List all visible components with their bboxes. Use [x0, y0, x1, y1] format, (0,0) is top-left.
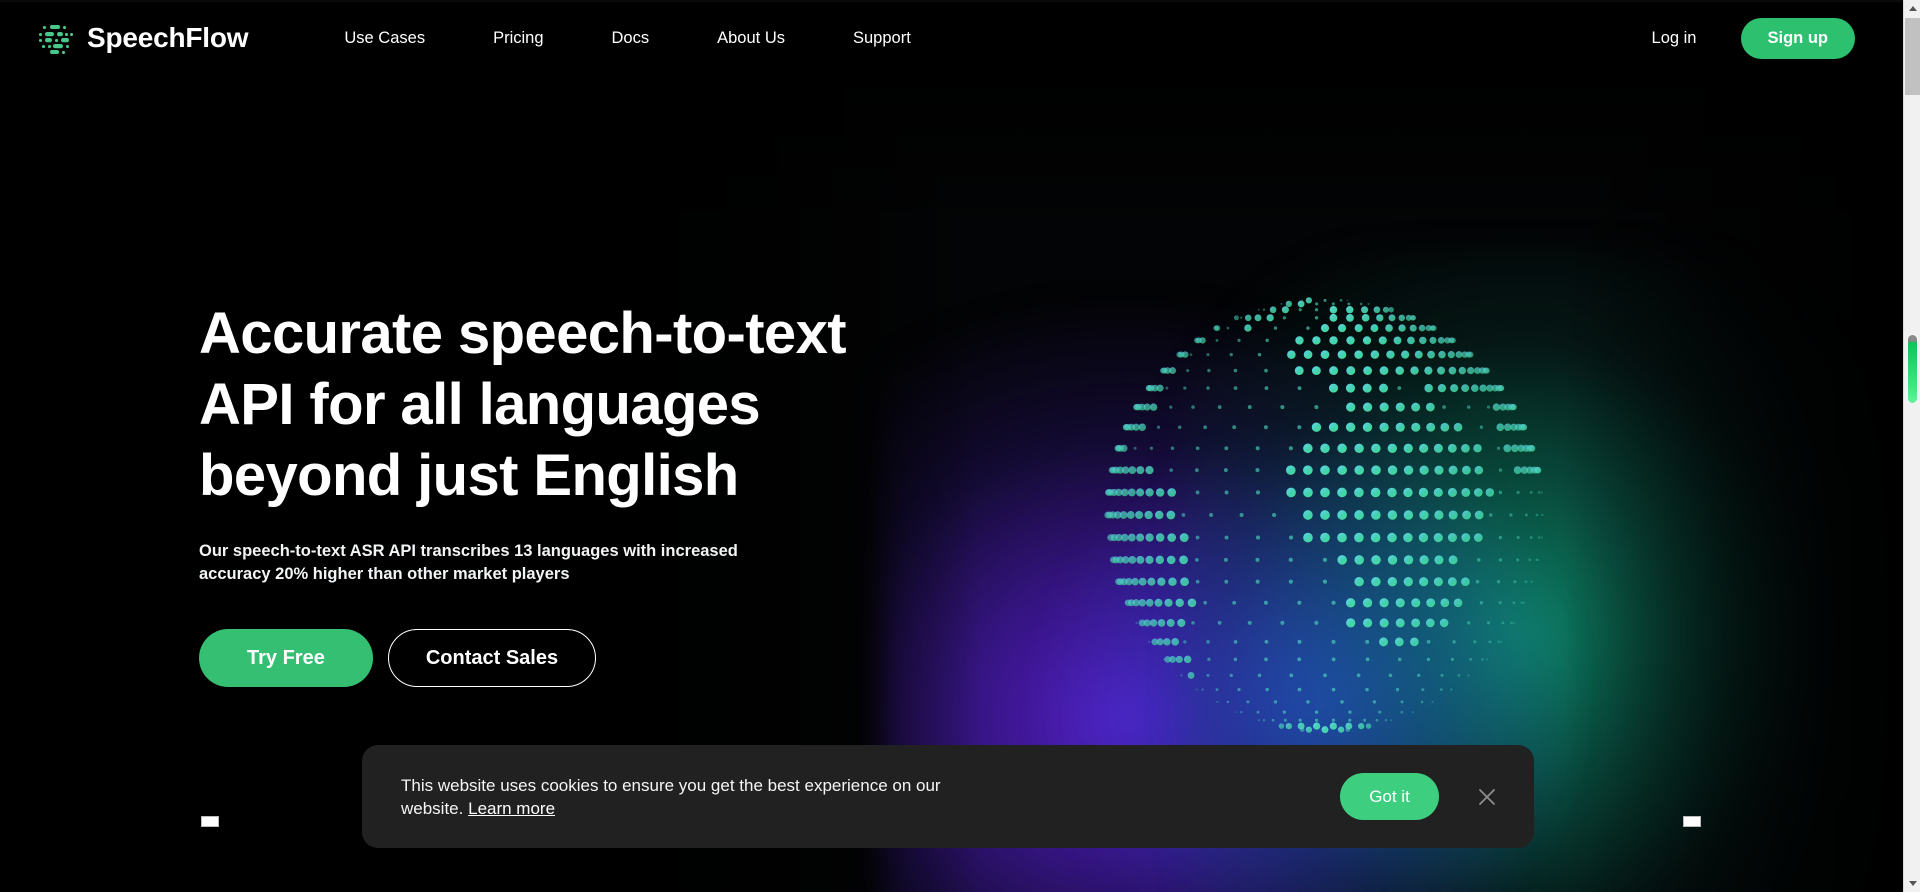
scroll-down-arrow-icon[interactable] [1904, 875, 1920, 892]
page-content: SpeechFlow Use Cases Pricing Docs About … [0, 0, 1903, 892]
nav-item-pricing[interactable]: Pricing [493, 21, 543, 56]
login-link[interactable]: Log in [1652, 29, 1697, 48]
right-fade [1563, 0, 1903, 892]
carousel-next-arrow-icon[interactable] [1683, 816, 1701, 827]
nav-actions: Log in Sign up [1652, 17, 1855, 59]
learn-more-link[interactable]: Learn more [468, 799, 555, 818]
scrollbar-thumb[interactable] [1905, 18, 1920, 95]
top-hairline [0, 0, 1903, 2]
brand-logo[interactable]: SpeechFlow [36, 18, 249, 58]
dotted-globe-graphic [1090, 280, 1560, 750]
nav-item-support[interactable]: Support [853, 21, 911, 56]
nav-item-docs[interactable]: Docs [612, 21, 650, 56]
scroll-up-arrow-icon[interactable] [1904, 0, 1920, 17]
signup-button[interactable]: Sign up [1740, 17, 1855, 59]
top-navigation-bar: SpeechFlow Use Cases Pricing Docs About … [0, 0, 1903, 76]
scrollbar-position-marker [1908, 335, 1917, 403]
vertical-scrollbar[interactable] [1903, 0, 1920, 892]
cookie-message: This website uses cookies to ensure you … [401, 774, 961, 820]
contact-sales-button[interactable]: Contact Sales [387, 629, 597, 687]
nav-item-use-cases[interactable]: Use Cases [344, 21, 425, 56]
hero-subtitle: Our speech-to-text ASR API transcribes 1… [199, 542, 738, 583]
speechflow-dots-logo-icon [36, 18, 76, 58]
cookie-actions: Got it [1340, 773, 1500, 820]
close-icon[interactable] [1474, 784, 1500, 810]
hero-cta-row: Try Free Contact Sales [199, 629, 939, 687]
carousel-prev-arrow-icon[interactable] [201, 816, 219, 827]
cookie-consent-banner: This website uses cookies to ensure you … [362, 745, 1534, 848]
nav-item-about-us[interactable]: About Us [717, 21, 785, 56]
hero-section: Accurate speech-to-text API for all lang… [199, 298, 939, 687]
try-free-button[interactable]: Try Free [199, 629, 373, 687]
browser-viewport: SpeechFlow Use Cases Pricing Docs About … [0, 0, 1920, 892]
page-title: Accurate speech-to-text API for all lang… [199, 301, 847, 508]
nav-links: Use Cases Pricing Docs About Us Support [344, 21, 910, 56]
got-it-button[interactable]: Got it [1340, 773, 1439, 820]
brand-name: SpeechFlow [87, 22, 249, 53]
